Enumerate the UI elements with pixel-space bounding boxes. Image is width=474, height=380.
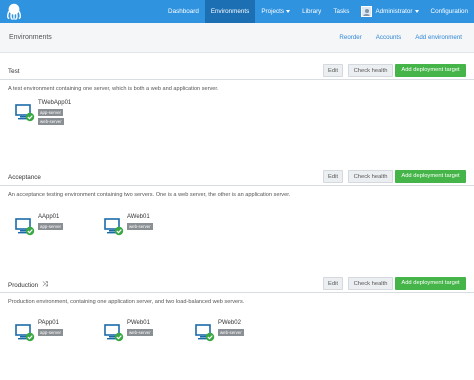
nav-dashboard[interactable]: Dashboard xyxy=(162,0,205,23)
role-tag: web-server xyxy=(38,118,64,125)
reorder-link[interactable]: Reorder xyxy=(339,34,361,41)
monitor-healthy-icon xyxy=(104,218,124,236)
check-health-button[interactable]: Check health xyxy=(348,64,393,77)
environment-name: Test xyxy=(8,68,20,75)
role-tag: web-server xyxy=(127,223,153,230)
monitor-healthy-icon xyxy=(15,218,35,236)
role-tag: app-server xyxy=(38,223,63,230)
chevron-down-icon xyxy=(286,10,291,13)
environment-section-test: Test Edit Check health Add deployment ta… xyxy=(0,64,474,154)
section-header: Production ⤨ Edit Check health Add deploy… xyxy=(0,277,474,293)
nav-configuration-label: Configuration xyxy=(430,8,468,15)
nav-tasks[interactable]: Tasks xyxy=(327,0,355,23)
add-deployment-target-button[interactable]: Add deployment target xyxy=(395,170,466,183)
nav-user-menu[interactable]: Administrator xyxy=(355,0,424,23)
environment-name-label: Test xyxy=(8,68,20,75)
nav-projects[interactable]: Projects xyxy=(255,0,296,23)
top-nav-bar: Dashboard Environments Projects Library … xyxy=(0,0,474,23)
chevron-down-icon xyxy=(414,10,419,13)
machine-name[interactable]: TWebApp01 xyxy=(38,100,71,106)
environment-name-label: Production xyxy=(8,281,39,289)
section-header: Acceptance Edit Check health Add deploym… xyxy=(0,170,474,186)
add-environment-link[interactable]: Add environment xyxy=(415,34,462,41)
monitor-healthy-icon xyxy=(195,324,215,342)
machine-name[interactable]: PWeb01 xyxy=(127,320,150,326)
monitor-healthy-icon xyxy=(104,324,124,342)
nav-dashboard-label: Dashboard xyxy=(168,8,199,15)
machine-name[interactable]: AApp01 xyxy=(38,214,59,220)
environment-description: Production environment, containing one a… xyxy=(8,299,245,305)
nav-configuration[interactable]: Configuration xyxy=(425,0,474,23)
machine-name[interactable]: AWeb01 xyxy=(127,214,150,220)
edit-button[interactable]: Edit xyxy=(323,170,343,183)
environment-description: A test environment containing one server… xyxy=(8,86,219,92)
nav-user-label: Administrator xyxy=(375,8,413,15)
role-tag: app-server xyxy=(38,329,63,336)
nav-library[interactable]: Library xyxy=(296,0,327,23)
nav-tasks-label: Tasks xyxy=(333,8,350,15)
environment-description: An acceptance testing environment contai… xyxy=(8,192,291,198)
octopus-logo-icon[interactable] xyxy=(5,2,23,20)
monitor-healthy-icon xyxy=(15,104,35,122)
environment-section-acceptance: Acceptance Edit Check health Add deploym… xyxy=(0,170,474,250)
header-actions: Reorder Accounts Add environment xyxy=(339,34,462,41)
environment-name: Production ⤨ xyxy=(8,281,48,289)
check-health-button[interactable]: Check health xyxy=(348,277,393,290)
add-deployment-target-button[interactable]: Add deployment target xyxy=(395,64,466,77)
nav-projects-label: Projects xyxy=(261,8,285,15)
environment-name-label: Acceptance xyxy=(8,174,41,181)
edit-button[interactable]: Edit xyxy=(323,64,343,77)
main-nav: Dashboard Environments Projects Library … xyxy=(162,0,474,23)
section-header: Test Edit Check health Add deployment ta… xyxy=(0,64,474,80)
environment-section-production: Production ⤨ Edit Check health Add deploy… xyxy=(0,277,474,367)
machine-name[interactable]: PApp01 xyxy=(38,320,59,326)
role-tag: web-server xyxy=(127,329,153,336)
shuffle-icon: ⤨ xyxy=(42,281,48,288)
check-health-button[interactable]: Check health xyxy=(348,170,393,183)
page-title: Environments xyxy=(9,34,52,41)
nav-environments[interactable]: Environments xyxy=(204,0,256,23)
nav-environments-label: Environments xyxy=(210,8,250,15)
add-deployment-target-button[interactable]: Add deployment target xyxy=(395,277,466,290)
nav-library-label: Library xyxy=(302,8,322,15)
machine-name[interactable]: PWeb02 xyxy=(218,320,241,326)
role-tag: web-server xyxy=(218,329,244,336)
monitor-healthy-icon xyxy=(15,324,35,342)
avatar-icon xyxy=(361,6,373,17)
environment-name: Acceptance xyxy=(8,174,41,181)
role-tag: app-server xyxy=(38,109,63,116)
edit-button[interactable]: Edit xyxy=(323,277,343,290)
accounts-link[interactable]: Accounts xyxy=(376,34,401,41)
page-header: Environments Reorder Accounts Add enviro… xyxy=(0,23,474,53)
